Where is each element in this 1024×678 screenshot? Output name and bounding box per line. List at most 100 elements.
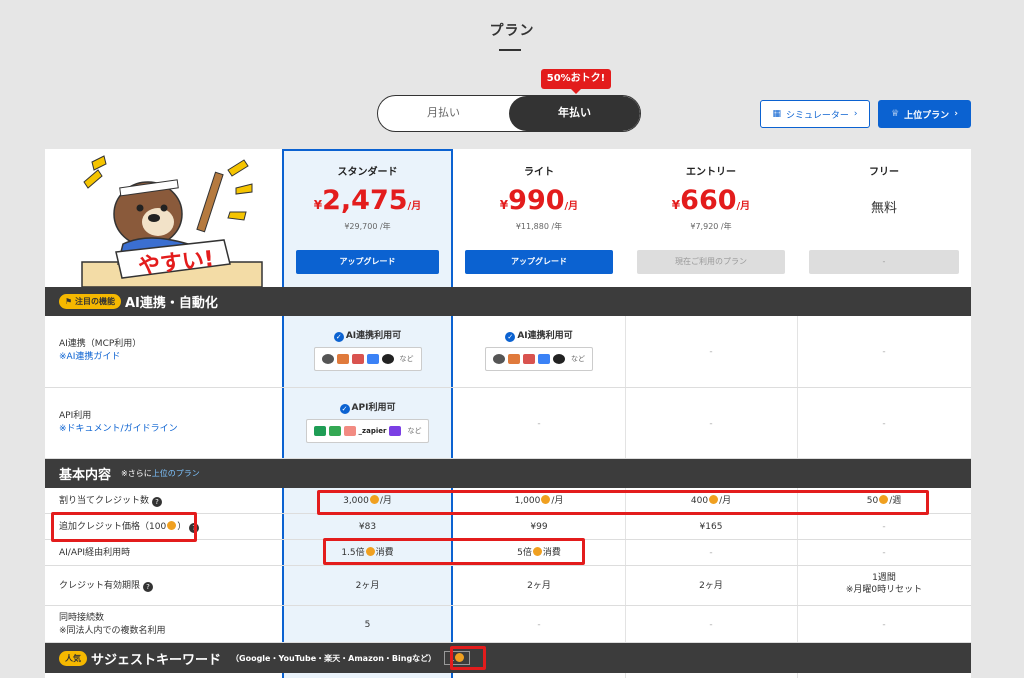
plan-price: ¥990/月 xyxy=(499,185,579,216)
billing-toggle[interactable]: 月払い 年払い xyxy=(377,95,641,132)
simulator-label: シミュレーター xyxy=(786,110,849,121)
zapier-icon: _zapier xyxy=(358,427,387,435)
check-icon: ✓ xyxy=(505,332,516,342)
row-api-usage: AI/API経由利用時 1.5倍 消費 5倍 消費 - - xyxy=(45,540,971,566)
cell-lite: 1,000/月 xyxy=(514,495,564,506)
section-note: （Google・YouTube・楽天・Amazon・Bingなど） xyxy=(231,653,437,663)
discount-badge: 50%おトク! xyxy=(541,69,611,94)
api-docs-link[interactable]: ※ドキュメント/ガイドライン xyxy=(59,423,178,436)
plan-lite: ライト ¥990/月 ¥11,880 /年 アップグレード xyxy=(453,149,625,287)
coin-icon xyxy=(532,547,542,556)
cell-free: - xyxy=(882,522,886,532)
billing-yearly-option[interactable]: 年払い xyxy=(509,96,640,131)
current-plan-button: 現在ご利用のプラン xyxy=(637,250,785,274)
plan-name: ライト xyxy=(524,167,554,178)
openai-icon xyxy=(493,354,505,364)
cell-lite: - xyxy=(537,419,541,429)
upper-plan-link[interactable]: 上位のプラン xyxy=(152,469,200,478)
plan-entry: エントリー ¥660/月 ¥7,920 /年 現在ご利用のプラン xyxy=(625,149,797,287)
popular-tag: 人気 xyxy=(59,650,87,666)
row-note: ※同法人内での複数名利用 xyxy=(59,626,166,636)
cell-entry: - xyxy=(709,620,713,630)
coin-icon xyxy=(167,521,177,530)
gemini-icon xyxy=(366,354,379,364)
row-label: AI/API経由利用時 xyxy=(59,548,131,558)
ai-services-box: など xyxy=(485,347,593,371)
row-label: 追加クレジット価格（100 xyxy=(59,522,167,532)
cell-lite: ✓ AI連携利用可 など xyxy=(453,330,625,371)
chevron-right-icon: › xyxy=(853,109,858,119)
row-label: AI連携（MCP利用） xyxy=(59,339,142,349)
ai-guide-link[interactable]: ※AI連携ガイド xyxy=(59,351,141,364)
cell-standard: 1.5倍 消費 xyxy=(341,547,394,558)
plan-standard: スタンダード ¥2,475/月 ¥29,700 /年 アップグレード xyxy=(284,149,451,287)
coin-icon xyxy=(879,495,889,504)
section-ai-header: ⚑ 注目の機能 AI連携・自動化 xyxy=(45,287,971,316)
cell-lite: - xyxy=(537,620,541,630)
coin-icon xyxy=(365,547,375,556)
cell-free: 50/週 xyxy=(866,495,902,506)
plan-price: ¥660/月 xyxy=(671,185,751,216)
upper-plan-button[interactable]: ♕ 上位プラン › xyxy=(878,100,971,128)
simulator-button[interactable]: ▦ シミュレーター › xyxy=(760,100,870,128)
claude-icon xyxy=(336,354,349,364)
plan-name: スタンダード xyxy=(337,167,398,178)
plan-annual-price: ¥7,920 /年 xyxy=(690,222,732,231)
gemini-icon xyxy=(538,354,550,364)
coin-icon xyxy=(369,495,379,504)
help-icon[interactable]: ? xyxy=(189,523,200,533)
cell-free: 1週間 ※月曜0時リセット xyxy=(845,573,923,595)
cell-standard: 3,000/月 xyxy=(343,495,392,506)
crown-icon: ♕ xyxy=(891,109,900,119)
plan-annual-price: ¥11,880 /年 xyxy=(515,222,563,231)
section-title: サジェストキーワード xyxy=(91,652,222,668)
upgrade-standard-button[interactable]: アップグレード xyxy=(296,250,439,274)
row-validity: クレジット有効期限? 2ヶ月 2ヶ月 2ヶ月 1週間 ※月曜0時リセット xyxy=(45,566,971,606)
cell-free: - xyxy=(882,620,886,630)
billing-monthly-option[interactable]: 月払い xyxy=(378,96,509,131)
cell-standard: 2ヶ月 xyxy=(355,581,380,591)
page-title: プラン xyxy=(489,23,535,39)
calculator-icon: ▦ xyxy=(772,109,782,119)
free-plan-button: - xyxy=(809,250,959,274)
help-icon[interactable]: ? xyxy=(143,582,154,592)
perplexity-icon xyxy=(381,354,394,364)
cell-free: - xyxy=(882,548,886,558)
row-ai-mcp: AI連携（MCP利用） ※AI連携ガイド ✓ AI連携利用可 など ✓ AI連携利用… xyxy=(45,316,971,388)
plan-name: フリー xyxy=(869,167,899,178)
cell-standard: 5 xyxy=(364,620,371,630)
cell-free: - xyxy=(882,347,886,357)
cell-entry: - xyxy=(709,419,713,429)
claude-icon xyxy=(508,354,520,364)
plan-name: エントリー xyxy=(686,167,736,178)
plan-free-price: 無料 xyxy=(870,201,897,216)
row-label: 同時接続数 xyxy=(59,613,105,623)
api-services-box: _zapier など xyxy=(305,419,430,443)
sheets-icon xyxy=(313,426,326,436)
upper-plan-label: 上位プラン xyxy=(904,110,950,121)
help-icon[interactable]: ? xyxy=(152,497,163,507)
upgrade-lite-button[interactable]: アップグレード xyxy=(465,250,613,274)
manus-icon xyxy=(351,354,364,364)
cell-lite: 2ヶ月 xyxy=(527,581,551,591)
section-title: 基本内容 xyxy=(59,468,112,483)
plan-price: ¥2,475/月 xyxy=(313,185,422,216)
section-suggest-header: 人気 サジェストキーワード （Google・YouTube・楽天・Amazon・… xyxy=(45,643,971,673)
row-extra-price: 追加クレジット価格（100）? ¥83 ¥99 ¥165 - xyxy=(45,514,971,540)
coin-icon xyxy=(709,495,719,504)
make-icon xyxy=(389,426,402,436)
docs-icon xyxy=(328,426,341,436)
cell-lite: 5倍 消費 xyxy=(517,547,561,558)
mascot-illustration: やすい! xyxy=(81,155,263,287)
row-concurrent: 同時接続数 ※同法人内での複数名利用 5 - - - xyxy=(45,606,971,643)
cell-standard: ✓ API利用可 _zapier など xyxy=(284,402,451,443)
row-api: API利用 ※ドキュメント/ガイドライン ✓ API利用可 _zapier など … xyxy=(45,388,971,459)
plan-free: フリー 無料 - xyxy=(797,149,971,287)
n8n-icon xyxy=(343,426,356,436)
cell-standard: ✓ AI連携利用可 など xyxy=(284,330,451,371)
check-icon: ✓ xyxy=(333,332,344,342)
plan-annual-price: ¥29,700 /年 xyxy=(344,222,391,231)
cell-free: - xyxy=(882,419,886,429)
section-title: AI連携・自動化 xyxy=(124,296,218,311)
chevron-right-icon: › xyxy=(954,109,958,119)
